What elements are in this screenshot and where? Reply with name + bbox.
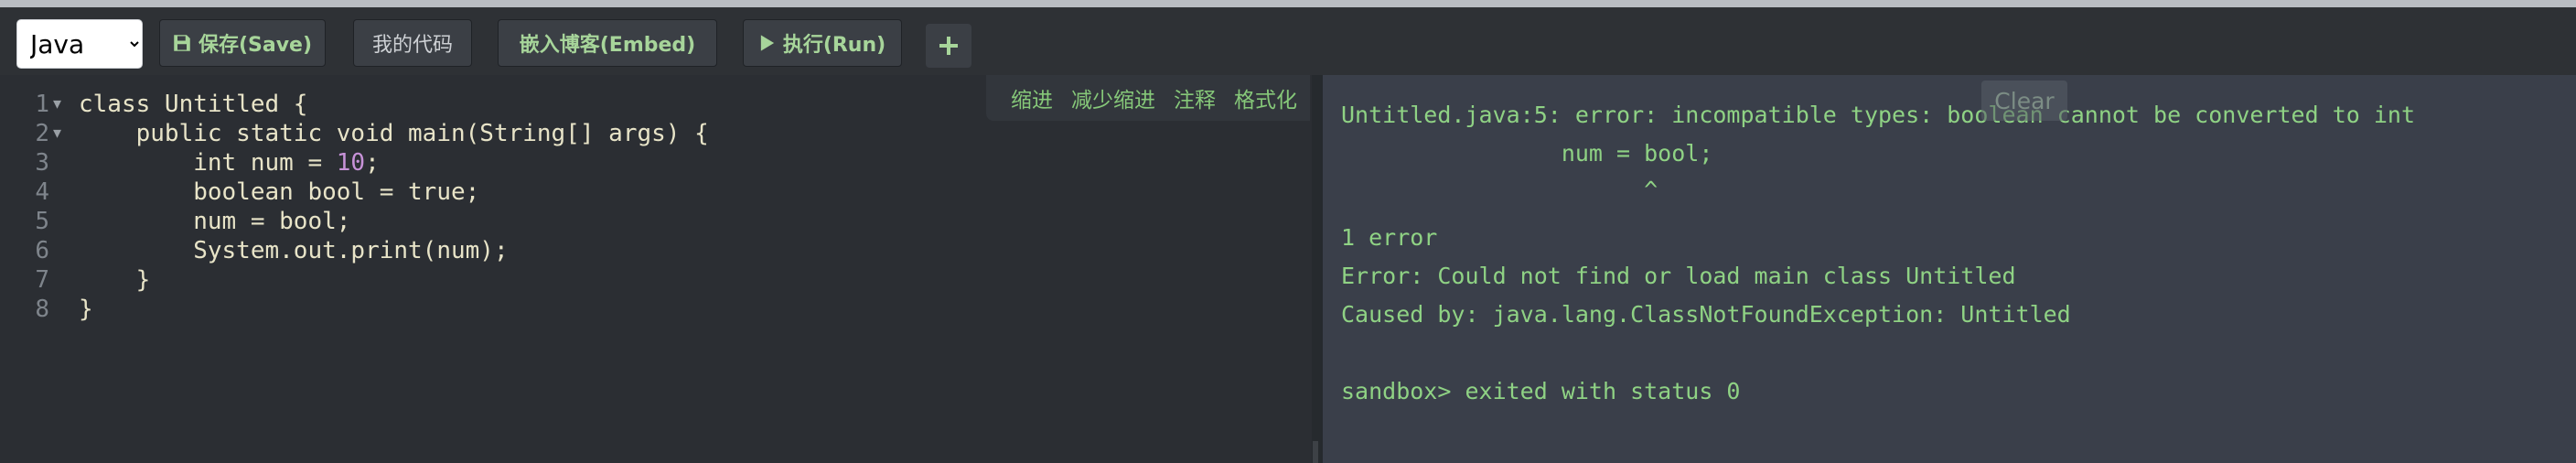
code-editor[interactable]: 1 ▾ class Untitled { 2 ▾ public static void … (0, 75, 1312, 463)
line-number: 7 (35, 266, 49, 294)
play-icon (760, 35, 774, 51)
add-button[interactable] (926, 24, 971, 68)
line-number: 6 (35, 237, 49, 264)
indent-button[interactable]: 缩进 (1011, 82, 1053, 113)
clear-button[interactable]: Clear (1981, 81, 2067, 121)
my-code-button[interactable]: 我的代码 (353, 19, 472, 67)
save-button-label: 保存(Save) (198, 34, 313, 57)
my-code-label: 我的代码 (371, 34, 453, 57)
comment-button[interactable]: 注释 (1174, 82, 1216, 113)
line-number: 4 (35, 178, 49, 206)
language-select[interactable]: Java (16, 19, 143, 69)
output-line: num = bool; (1341, 140, 1713, 167)
output-line: ^ (1341, 177, 1658, 203)
line-number: 8 (35, 296, 49, 323)
output-line: sandbox> exited with status 0 (1341, 378, 1741, 404)
format-button[interactable]: 格式化 (1234, 82, 1297, 113)
floppy-disk-icon (174, 35, 190, 51)
line-number: 3 (35, 149, 49, 177)
run-button[interactable]: 执行(Run) (743, 19, 902, 67)
output-line: Error: Could not find or load main class… (1341, 263, 2016, 289)
code-line[interactable]: System.out.print(num); (79, 236, 509, 265)
toolbar: Java 保存(Save) 我的代码 嵌入博客(Embed) 执行(Run) (0, 0, 2576, 75)
output-line: Caused by: java.lang.ClassNotFoundExcept… (1341, 301, 2071, 328)
splitter-grip[interactable] (1313, 441, 1318, 463)
code-line[interactable]: public static void main(String[] args) { (79, 119, 709, 148)
line-number: 2 (35, 120, 49, 147)
code-text: public static void main(String[] args) { (79, 120, 709, 147)
code-text: ; (365, 149, 380, 177)
fold-toggle-icon[interactable]: ▾ (53, 119, 71, 148)
number-literal: 10 (336, 149, 366, 177)
plus-icon (939, 37, 958, 55)
line-number: 1 (35, 91, 49, 118)
run-button-label: 执行(Run) (782, 34, 886, 57)
code-text: boolean bool = true; (79, 178, 480, 206)
code-line[interactable]: boolean bool = true; (79, 178, 479, 207)
code-text: int num = (79, 149, 337, 177)
code-text: class Untitled { (79, 91, 308, 118)
code-text: } (79, 296, 93, 323)
fold-toggle-icon[interactable]: ▾ (53, 90, 71, 119)
save-button[interactable]: 保存(Save) (159, 19, 326, 67)
code-line[interactable]: class Untitled { (79, 90, 307, 119)
code-text: } (79, 266, 151, 294)
code-text: System.out.print(num); (79, 237, 509, 264)
code-line[interactable]: } (79, 295, 93, 324)
code-text: num = bool; (79, 208, 351, 235)
embed-button[interactable]: 嵌入博客(Embed) (498, 19, 717, 67)
output-panel: Untitled.java:5: error: incompatible typ… (1323, 75, 2576, 463)
outdent-button[interactable]: 减少缩进 (1071, 82, 1155, 113)
code-line[interactable]: } (79, 265, 151, 295)
editor-tools: 缩进 减少缩进 注释 格式化 (986, 75, 1310, 121)
output-line: 1 error (1341, 224, 1438, 251)
code-line[interactable]: int num = 10; (79, 148, 380, 178)
code-line[interactable]: num = bool; (79, 207, 350, 236)
line-number: 5 (35, 208, 49, 235)
pane-splitter[interactable] (1312, 75, 1323, 463)
embed-button-label: 嵌入博客(Embed) (519, 34, 696, 57)
output-line: Untitled.java:5: error: incompatible typ… (1341, 102, 2415, 128)
